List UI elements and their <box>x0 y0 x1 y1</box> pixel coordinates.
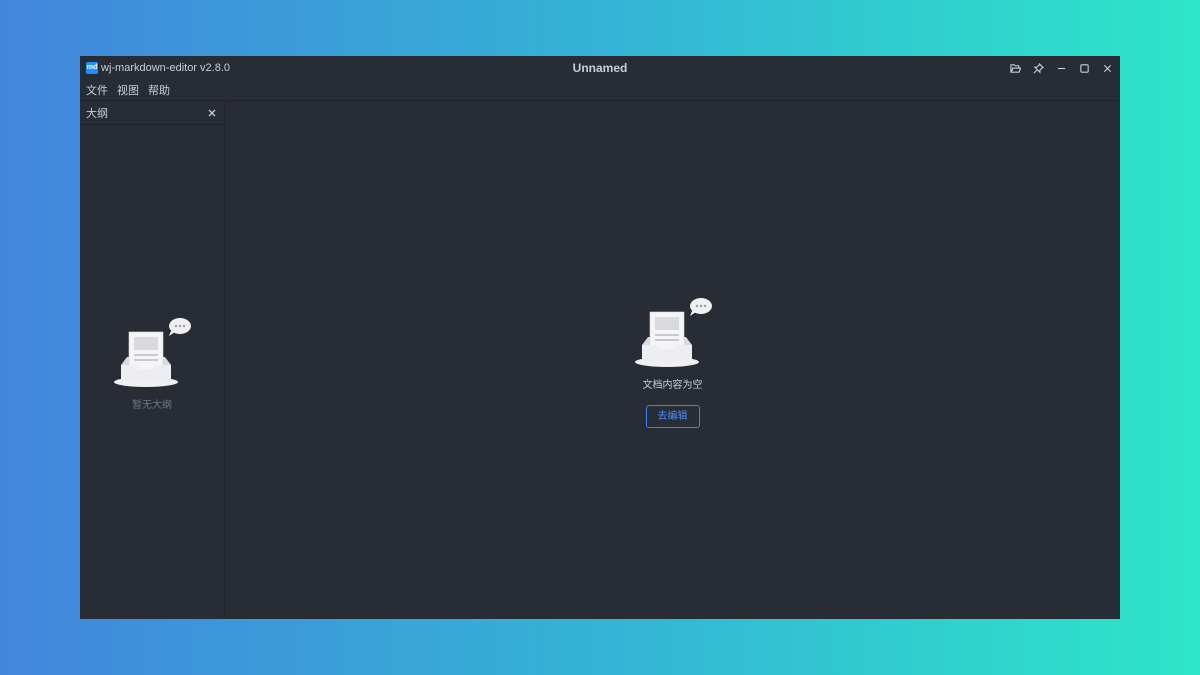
app-name: wj-markdown-editor v2.8.0 <box>101 62 230 74</box>
outline-title: 大纲 <box>86 106 108 120</box>
minimize-icon <box>1057 67 1065 69</box>
close-outline-button[interactable] <box>206 107 218 119</box>
empty-inbox-icon <box>634 298 712 367</box>
maximize-button[interactable] <box>1075 59 1093 77</box>
outline-empty-text: 暂无大纲 <box>132 400 172 411</box>
menu-help[interactable]: 帮助 <box>148 82 170 98</box>
outline-empty-state: 暂无大纲 <box>80 317 224 411</box>
folder-open-icon <box>1009 63 1021 73</box>
empty-inbox-icon <box>114 318 191 387</box>
open-folder-button[interactable] <box>1006 59 1024 77</box>
app-logo-icon: md <box>86 62 98 74</box>
outline-header: 大纲 <box>80 101 224 125</box>
document-title: Unnamed <box>572 61 628 75</box>
close-icon <box>208 109 216 116</box>
pin-button[interactable] <box>1029 59 1047 77</box>
editor-main: 文档内容为空 去编辑 <box>225 101 1120 619</box>
menu-bar: 文件 视图 帮助 <box>80 80 1120 101</box>
maximize-icon <box>1079 63 1089 73</box>
outline-sidebar: 大纲 暂无大纲 <box>80 101 225 619</box>
menu-view[interactable]: 视图 <box>117 82 139 98</box>
minimize-button[interactable] <box>1052 59 1070 77</box>
menu-file[interactable]: 文件 <box>86 82 108 98</box>
title-bar: md wj-markdown-editor v2.8.0 Unnamed <box>80 56 1120 80</box>
document-empty-text: 文档内容为空 <box>642 380 703 391</box>
document-empty-state: 文档内容为空 去编辑 <box>225 297 1120 428</box>
go-edit-button[interactable]: 去编辑 <box>645 405 700 428</box>
close-icon <box>1103 64 1111 72</box>
app-window: md wj-markdown-editor v2.8.0 Unnamed 文件 … <box>80 56 1120 619</box>
close-window-button[interactable] <box>1098 59 1116 77</box>
pin-icon <box>1033 62 1044 73</box>
window-controls <box>1006 59 1116 77</box>
